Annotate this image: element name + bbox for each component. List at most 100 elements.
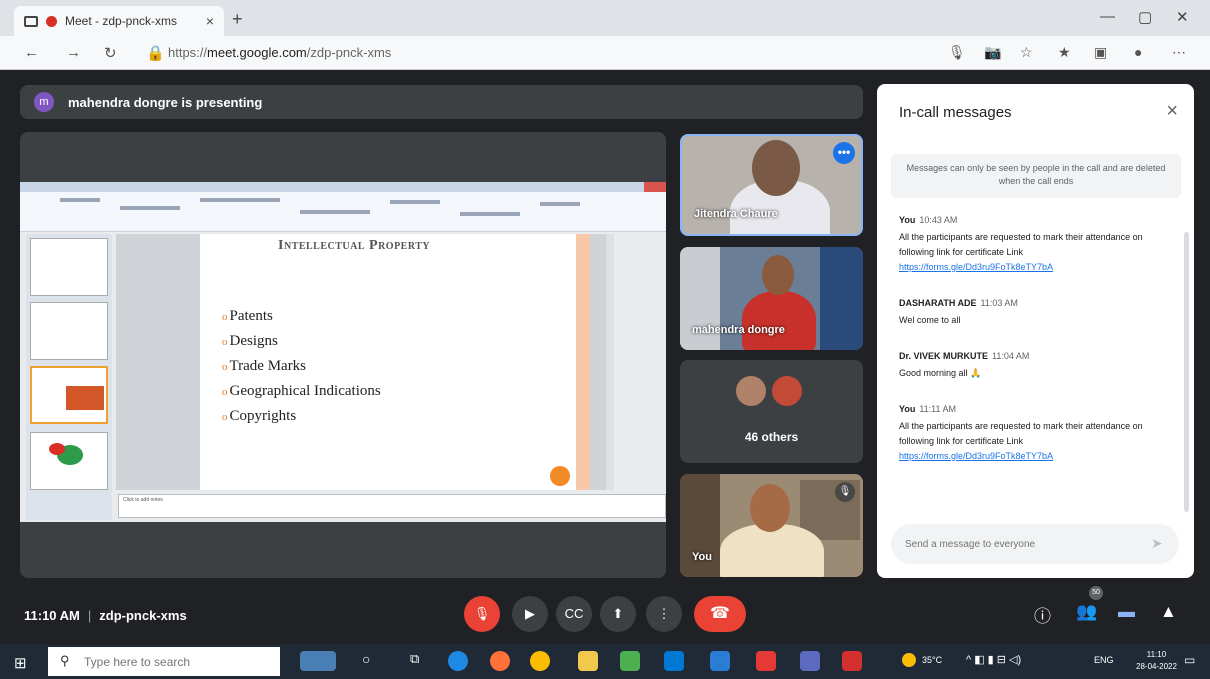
slide-thumbnail (30, 302, 108, 360)
participant-name: mahendra dongre (692, 324, 785, 336)
maximize-icon[interactable]: ▢ (1138, 8, 1152, 26)
notifications-icon[interactable]: ▭ (1184, 653, 1195, 667)
others-tile[interactable]: 46 others (680, 360, 863, 463)
chat-scrollbar[interactable] (1184, 232, 1189, 512)
browser-tabstrip: Meet - zdp-pnck-xms × + — ▢ ✕ (0, 0, 1210, 36)
favorites-icon[interactable]: ★ (1058, 44, 1071, 61)
minimize-icon[interactable]: — (1100, 8, 1115, 25)
word-icon[interactable] (710, 651, 730, 671)
clock-time: 11:10 (1146, 650, 1167, 659)
message-text: Good morning all 🙏 (899, 368, 982, 378)
presenting-banner: m mahendra dongre is presenting (20, 85, 863, 119)
message-time: 10:43 AM (919, 215, 958, 225)
meeting-time: 11:10 AM (24, 608, 80, 623)
notes-pane: Click to add notes (118, 494, 666, 518)
chat-message-input[interactable] (891, 524, 1179, 564)
leave-call-button[interactable]: ☎ (694, 596, 746, 632)
presentation-stage[interactable]: Intellectual Property Patents Designs Tr… (20, 132, 666, 578)
chrome-icon[interactable] (530, 651, 550, 671)
chat-privacy-notice: Messages can only be seen by people in t… (891, 154, 1181, 198)
weather-temp: 35°C (922, 655, 943, 665)
participant-video (742, 291, 816, 350)
taskbar-search-input[interactable] (48, 647, 280, 676)
acrobat-icon[interactable] (842, 651, 862, 671)
collections-icon[interactable]: ▣ (1094, 44, 1107, 61)
file-explorer-icon[interactable] (578, 651, 598, 671)
store-icon[interactable] (620, 651, 640, 671)
url-field[interactable]: https://meet.google.com/zdp-pnck-xms (168, 45, 391, 60)
participant-tile[interactable]: ••• Jitendra Chaure (680, 134, 863, 236)
mail-icon[interactable] (664, 651, 684, 671)
close-icon[interactable]: × (1166, 100, 1178, 123)
edge-icon[interactable] (448, 651, 468, 671)
activities-icon[interactable]: ▲ (1160, 602, 1177, 622)
windows-taskbar: ⊞ ⚲ ○ ⧉ 35°C ^ ◧ ▮ ⊟ ◁) ENG 11:10 28-04-… (0, 644, 1210, 679)
more-menu-icon[interactable]: ⋯ (1172, 44, 1186, 61)
message-text: Wel come to all (899, 315, 961, 325)
tray-icons[interactable]: ^ ◧ ▮ ⊟ ◁) (966, 653, 1021, 666)
mic-permission-icon[interactable]: 🎙 (948, 44, 966, 61)
language-indicator[interactable]: ENG (1094, 655, 1114, 665)
presenter-avatar: m (34, 92, 54, 112)
ppt-ribbon (20, 192, 666, 232)
current-slide: Intellectual Property Patents Designs Tr… (200, 234, 590, 490)
chat-panel: In-call messages × Messages can only be … (877, 84, 1194, 578)
participant-tile[interactable]: mahendra dongre (680, 247, 863, 350)
presenting-text: mahendra dongre is presenting (68, 94, 263, 110)
self-tile[interactable]: 🎙 You (680, 474, 863, 577)
taskbar-clock[interactable]: 11:10 28-04-2022 (1136, 649, 1177, 673)
chat-title: In-call messages (899, 104, 1012, 121)
slide-thumbnails (26, 234, 112, 520)
people-count-badge: 50 (1089, 586, 1103, 600)
url-host: meet.google.com (207, 45, 307, 60)
slide-bullet: Designs (222, 329, 381, 354)
message-sender: You (899, 404, 916, 414)
browser-tab[interactable]: Meet - zdp-pnck-xms × (14, 6, 224, 36)
message-time: 11:11 AM (919, 404, 957, 414)
meeting-code: zdp-pnck-xms (99, 608, 187, 623)
firefox-icon[interactable] (490, 651, 510, 671)
meet-area: m mahendra dongre is presenting Intellec… (0, 70, 1210, 644)
profile-avatar[interactable]: ● (1134, 44, 1142, 60)
windows-start-icon[interactable]: ⊞ (14, 654, 27, 672)
address-bar: ← → ↻ 🔒 https://meet.google.com/zdp-pnck… (0, 36, 1210, 70)
chat-message: You 10:43 AM All the participants are req… (899, 210, 1171, 275)
favorite-star-icon[interactable]: ☆ (1020, 44, 1033, 61)
lock-icon[interactable]: 🔒 (146, 44, 165, 62)
new-tab-button[interactable]: + (232, 9, 243, 30)
more-options-icon[interactable]: ⋮ (646, 596, 682, 632)
tab-close-icon[interactable]: × (206, 13, 214, 29)
app-icon[interactable] (800, 651, 820, 671)
people-icon[interactable]: 👥 (1076, 602, 1097, 622)
weather-icon (902, 653, 916, 667)
chat-message: You 11:11 AM All the participants are req… (899, 399, 1171, 464)
meeting-details-icon[interactable]: ⓘ (1034, 602, 1051, 627)
mic-toggle-button[interactable]: 🎙 (464, 596, 500, 632)
send-icon[interactable]: ➤ (1151, 535, 1163, 552)
camera-toggle-button[interactable]: ▶ (512, 596, 548, 632)
url-path: /zdp-pnck-xms (306, 45, 392, 60)
refresh-icon[interactable]: ↻ (104, 44, 117, 62)
back-icon[interactable]: ← (24, 44, 39, 61)
slide-thumbnail (30, 238, 108, 296)
message-link[interactable]: https://forms.gle/Dd3ru9FoTk8eTY7bA (899, 260, 1171, 275)
slide-bullet: Copyrights (222, 404, 381, 429)
weather-widget-icon[interactable] (300, 651, 336, 671)
camera-permission-icon[interactable]: 📷 (984, 44, 1001, 61)
present-button[interactable]: ⬆ (600, 596, 636, 632)
forward-icon[interactable]: → (66, 44, 81, 61)
cortana-icon[interactable]: ○ (362, 651, 382, 671)
chat-icon[interactable]: ▬ (1118, 602, 1135, 622)
search-icon: ⚲ (60, 653, 70, 668)
more-options-button[interactable]: ••• (833, 142, 855, 164)
message-sender: DASHARATH ADE (899, 298, 977, 308)
slide-thumbnail (30, 432, 108, 490)
workspaces-icon[interactable] (24, 15, 38, 27)
message-sender: Dr. VIVEK MURKUTE (899, 351, 989, 361)
window-close-icon[interactable]: ✕ (1176, 8, 1189, 26)
captions-button[interactable]: CC (556, 596, 592, 632)
task-view-icon[interactable]: ⧉ (410, 651, 430, 671)
message-link[interactable]: https://forms.gle/Dd3ru9FoTk8eTY7bA (899, 449, 1171, 464)
app-icon[interactable] (756, 651, 776, 671)
ppt-titlebar (20, 182, 666, 192)
